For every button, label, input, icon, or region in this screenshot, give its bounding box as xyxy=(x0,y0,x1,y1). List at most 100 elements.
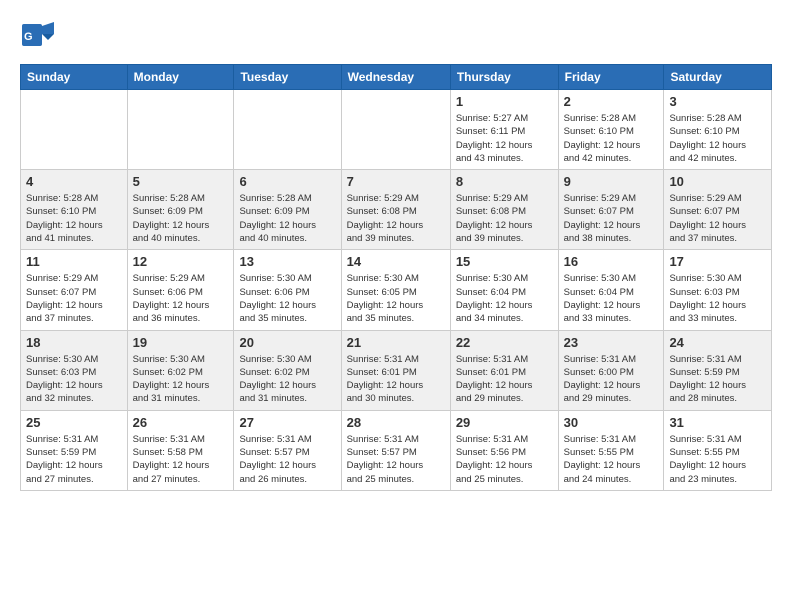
calendar-container: G SundayMondayTuesdayWednesdayThursdayFr… xyxy=(0,0,792,507)
calendar-cell: 9 Sunrise: 5:29 AM Sunset: 6:07 PM Daylig… xyxy=(558,170,664,250)
day-info: Sunrise: 5:30 AM Sunset: 6:03 PM Dayligh… xyxy=(669,272,766,325)
calendar-cell: 10 Sunrise: 5:29 AM Sunset: 6:07 PM Dayli… xyxy=(664,170,772,250)
day-number: 28 xyxy=(347,415,445,430)
header-cell-friday: Friday xyxy=(558,65,664,90)
calendar-row: 1 Sunrise: 5:27 AM Sunset: 6:11 PM Daylig… xyxy=(21,90,772,170)
calendar-cell: 12 Sunrise: 5:29 AM Sunset: 6:06 PM Dayli… xyxy=(127,250,234,330)
day-info: Sunrise: 5:31 AM Sunset: 6:01 PM Dayligh… xyxy=(347,353,445,406)
calendar-body: 1 Sunrise: 5:27 AM Sunset: 6:11 PM Daylig… xyxy=(21,90,772,491)
logo-icon: G xyxy=(20,16,58,54)
calendar-cell: 14 Sunrise: 5:30 AM Sunset: 6:05 PM Dayli… xyxy=(341,250,450,330)
calendar-cell: 30 Sunrise: 5:31 AM Sunset: 5:55 PM Dayli… xyxy=(558,410,664,490)
calendar-cell: 13 Sunrise: 5:30 AM Sunset: 6:06 PM Dayli… xyxy=(234,250,341,330)
day-info: Sunrise: 5:28 AM Sunset: 6:09 PM Dayligh… xyxy=(133,192,229,245)
day-info: Sunrise: 5:30 AM Sunset: 6:02 PM Dayligh… xyxy=(239,353,335,406)
calendar-cell: 16 Sunrise: 5:30 AM Sunset: 6:04 PM Dayli… xyxy=(558,250,664,330)
calendar-cell: 27Sunrise: 5:31 AM Sunset: 5:57 PM Dayli… xyxy=(234,410,341,490)
day-number: 8 xyxy=(456,174,553,189)
day-info: Sunrise: 5:31 AM Sunset: 5:57 PM Dayligh… xyxy=(347,433,445,486)
day-number: 17 xyxy=(669,254,766,269)
calendar-cell xyxy=(234,90,341,170)
calendar-cell: 22 Sunrise: 5:31 AM Sunset: 6:01 PM Dayli… xyxy=(450,330,558,410)
calendar-cell: 28 Sunrise: 5:31 AM Sunset: 5:57 PM Dayli… xyxy=(341,410,450,490)
day-number: 5 xyxy=(133,174,229,189)
day-number: 10 xyxy=(669,174,766,189)
day-info: Sunrise: 5:28 AM Sunset: 6:10 PM Dayligh… xyxy=(564,112,659,165)
day-info: Sunrise: 5:31 AM Sunset: 6:00 PM Dayligh… xyxy=(564,353,659,406)
day-number: 25 xyxy=(26,415,122,430)
day-number: 7 xyxy=(347,174,445,189)
header-cell-thursday: Thursday xyxy=(450,65,558,90)
day-info: Sunrise: 5:31 AM Sunset: 5:59 PM Dayligh… xyxy=(26,433,122,486)
day-number: 14 xyxy=(347,254,445,269)
day-info: Sunrise: 5:30 AM Sunset: 6:03 PM Dayligh… xyxy=(26,353,122,406)
day-info: Sunrise: 5:29 AM Sunset: 6:07 PM Dayligh… xyxy=(669,192,766,245)
svg-text:G: G xyxy=(24,31,33,43)
day-info: Sunrise: 5:31 AM Sunset: 5:58 PM Dayligh… xyxy=(133,433,229,486)
day-info: Sunrise: 5:31 AM Sunset: 5:56 PM Dayligh… xyxy=(456,433,553,486)
day-number: 23 xyxy=(564,335,659,350)
header-cell-tuesday: Tuesday xyxy=(234,65,341,90)
calendar-cell: 6 Sunrise: 5:28 AM Sunset: 6:09 PM Daylig… xyxy=(234,170,341,250)
calendar-cell: 26 Sunrise: 5:31 AM Sunset: 5:58 PM Dayli… xyxy=(127,410,234,490)
calendar-cell: 5 Sunrise: 5:28 AM Sunset: 6:09 PM Daylig… xyxy=(127,170,234,250)
calendar-cell xyxy=(341,90,450,170)
day-number: 16 xyxy=(564,254,659,269)
day-info: Sunrise: 5:27 AM Sunset: 6:11 PM Dayligh… xyxy=(456,112,553,165)
day-info: Sunrise: 5:30 AM Sunset: 6:04 PM Dayligh… xyxy=(564,272,659,325)
day-info: Sunrise: 5:31 AM Sunset: 5:55 PM Dayligh… xyxy=(564,433,659,486)
calendar-row: 25 Sunrise: 5:31 AM Sunset: 5:59 PM Dayli… xyxy=(21,410,772,490)
day-number: 6 xyxy=(239,174,335,189)
day-info: Sunrise: 5:29 AM Sunset: 6:06 PM Dayligh… xyxy=(133,272,229,325)
day-number: 26 xyxy=(133,415,229,430)
calendar-cell: 19 Sunrise: 5:30 AM Sunset: 6:02 PM Dayli… xyxy=(127,330,234,410)
day-number: 3 xyxy=(669,94,766,109)
calendar-cell: 8 Sunrise: 5:29 AM Sunset: 6:08 PM Daylig… xyxy=(450,170,558,250)
day-number: 30 xyxy=(564,415,659,430)
day-info: Sunrise: 5:29 AM Sunset: 6:07 PM Dayligh… xyxy=(564,192,659,245)
day-info: Sunrise: 5:31 AM Sunset: 5:55 PM Dayligh… xyxy=(669,433,766,486)
calendar-cell: 24 Sunrise: 5:31 AM Sunset: 5:59 PM Dayli… xyxy=(664,330,772,410)
header-cell-saturday: Saturday xyxy=(664,65,772,90)
day-info: Sunrise: 5:31 AM Sunset: 5:59 PM Dayligh… xyxy=(669,353,766,406)
day-info: Sunrise: 5:31 AM Sunset: 5:57 PM Dayligh… xyxy=(239,433,335,486)
calendar-cell: 15Sunrise: 5:30 AM Sunset: 6:04 PM Dayli… xyxy=(450,250,558,330)
calendar-cell: 29Sunrise: 5:31 AM Sunset: 5:56 PM Dayli… xyxy=(450,410,558,490)
logo: G xyxy=(20,16,62,54)
day-info: Sunrise: 5:28 AM Sunset: 6:09 PM Dayligh… xyxy=(239,192,335,245)
header: G xyxy=(20,16,772,54)
calendar-cell: 25 Sunrise: 5:31 AM Sunset: 5:59 PM Dayli… xyxy=(21,410,128,490)
day-number: 13 xyxy=(239,254,335,269)
day-number: 24 xyxy=(669,335,766,350)
day-number: 31 xyxy=(669,415,766,430)
day-number: 12 xyxy=(133,254,229,269)
calendar-cell: 21 Sunrise: 5:31 AM Sunset: 6:01 PM Dayli… xyxy=(341,330,450,410)
calendar-cell: 2Sunrise: 5:28 AM Sunset: 6:10 PM Daylig… xyxy=(558,90,664,170)
calendar-cell: 7Sunrise: 5:29 AM Sunset: 6:08 PM Daylig… xyxy=(341,170,450,250)
header-row: SundayMondayTuesdayWednesdayThursdayFrid… xyxy=(21,65,772,90)
calendar-cell: 4Sunrise: 5:28 AM Sunset: 6:10 PM Daylig… xyxy=(21,170,128,250)
day-number: 20 xyxy=(239,335,335,350)
day-info: Sunrise: 5:30 AM Sunset: 6:05 PM Dayligh… xyxy=(347,272,445,325)
day-number: 1 xyxy=(456,94,553,109)
day-number: 22 xyxy=(456,335,553,350)
day-info: Sunrise: 5:29 AM Sunset: 6:08 PM Dayligh… xyxy=(456,192,553,245)
calendar-cell: 20 Sunrise: 5:30 AM Sunset: 6:02 PM Dayli… xyxy=(234,330,341,410)
calendar-cell: 17 Sunrise: 5:30 AM Sunset: 6:03 PM Dayli… xyxy=(664,250,772,330)
calendar-cell: 23 Sunrise: 5:31 AM Sunset: 6:00 PM Dayli… xyxy=(558,330,664,410)
day-number: 15 xyxy=(456,254,553,269)
day-number: 11 xyxy=(26,254,122,269)
day-number: 9 xyxy=(564,174,659,189)
day-info: Sunrise: 5:31 AM Sunset: 6:01 PM Dayligh… xyxy=(456,353,553,406)
calendar-cell: 3 Sunrise: 5:28 AM Sunset: 6:10 PM Daylig… xyxy=(664,90,772,170)
calendar-header: SundayMondayTuesdayWednesdayThursdayFrid… xyxy=(21,65,772,90)
day-number: 19 xyxy=(133,335,229,350)
day-number: 21 xyxy=(347,335,445,350)
calendar-cell: 31 Sunrise: 5:31 AM Sunset: 5:55 PM Dayli… xyxy=(664,410,772,490)
day-info: Sunrise: 5:28 AM Sunset: 6:10 PM Dayligh… xyxy=(669,112,766,165)
day-info: Sunrise: 5:30 AM Sunset: 6:06 PM Dayligh… xyxy=(239,272,335,325)
calendar-cell xyxy=(21,90,128,170)
calendar-cell: 11Sunrise: 5:29 AM Sunset: 6:07 PM Dayli… xyxy=(21,250,128,330)
day-info: Sunrise: 5:30 AM Sunset: 6:02 PM Dayligh… xyxy=(133,353,229,406)
calendar-row: 11Sunrise: 5:29 AM Sunset: 6:07 PM Dayli… xyxy=(21,250,772,330)
